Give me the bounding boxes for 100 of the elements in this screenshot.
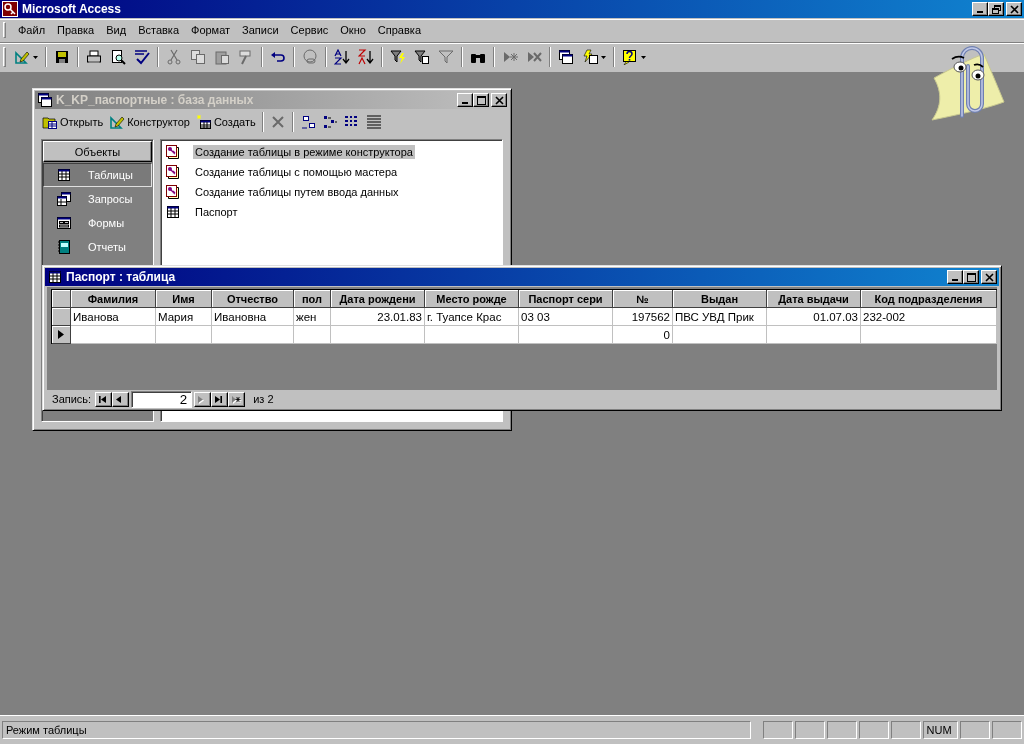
key-document-icon bbox=[165, 184, 181, 200]
menu-item[interactable]: Окно bbox=[334, 23, 372, 37]
open-folder-icon bbox=[42, 114, 58, 130]
current-record-icon bbox=[58, 330, 64, 339]
database-window-icon bbox=[37, 92, 53, 108]
column-header[interactable]: Фамилия bbox=[71, 290, 156, 308]
large-icons-icon bbox=[299, 114, 316, 130]
table-cell: жен bbox=[296, 310, 317, 323]
maximize-icon bbox=[476, 95, 486, 105]
status-panel bbox=[890, 721, 921, 739]
menu-item[interactable]: Справка bbox=[371, 23, 427, 37]
close-button[interactable] bbox=[1006, 2, 1022, 16]
list-item[interactable]: Создание таблицы с помощью мастера bbox=[193, 165, 400, 179]
form-icon bbox=[56, 215, 72, 231]
print-preview-icon bbox=[110, 49, 126, 65]
menu-item[interactable]: Вставка bbox=[132, 23, 185, 37]
new-table-icon bbox=[195, 114, 212, 130]
open-button[interactable]: Открыть bbox=[39, 111, 107, 133]
restore-button[interactable] bbox=[988, 2, 1004, 16]
minimize-button[interactable] bbox=[947, 270, 963, 284]
column-header[interactable]: пол bbox=[294, 290, 331, 308]
table-cell: 23.01.83 bbox=[377, 310, 422, 323]
objects-header-button[interactable]: Объекты bbox=[43, 141, 152, 162]
column-header[interactable]: Выдан bbox=[673, 290, 767, 308]
row-selector[interactable] bbox=[52, 308, 71, 326]
minimize-button[interactable] bbox=[457, 93, 473, 107]
list-item[interactable]: Создание таблицы путем ввода данных bbox=[193, 185, 401, 199]
funnel-icon bbox=[438, 49, 454, 65]
undo-icon bbox=[270, 49, 286, 65]
close-icon bbox=[984, 272, 994, 282]
record-prev-button[interactable] bbox=[112, 391, 130, 407]
menu-item[interactable]: Файл bbox=[12, 23, 52, 37]
sort-descending-icon bbox=[358, 49, 374, 65]
copy-icon bbox=[190, 49, 206, 65]
details-view-icon bbox=[365, 114, 382, 130]
list-item[interactable]: Создание таблицы в режиме конструктора bbox=[193, 145, 415, 159]
filter-form-icon bbox=[414, 49, 430, 65]
spell-check-icon bbox=[134, 49, 150, 65]
record-label: Запись: bbox=[52, 393, 92, 405]
key-app-icon bbox=[2, 1, 18, 17]
status-panel bbox=[992, 721, 1022, 739]
table-cell: 197562 bbox=[631, 310, 670, 323]
window-title: Microsoft Access bbox=[22, 2, 122, 16]
record-first-button[interactable] bbox=[95, 391, 113, 407]
table-cell: г. Туапсе Крас bbox=[427, 310, 502, 323]
table-grid-icon bbox=[165, 204, 181, 220]
small-icons-icon bbox=[321, 114, 338, 130]
close-button[interactable] bbox=[981, 270, 997, 284]
column-header[interactable]: Паспорт сери bbox=[519, 290, 613, 308]
menu-item[interactable]: Формат bbox=[185, 23, 237, 37]
window-title: Паспорт : таблица bbox=[66, 270, 177, 284]
close-button[interactable] bbox=[491, 93, 507, 107]
report-icon bbox=[56, 239, 72, 255]
help-icon bbox=[622, 49, 638, 65]
menu-item[interactable]: Вид bbox=[100, 23, 133, 37]
column-header[interactable]: Отчество bbox=[212, 290, 294, 308]
status-panel bbox=[960, 721, 991, 739]
menu-item[interactable]: Сервис bbox=[284, 23, 335, 37]
menu-item[interactable]: Записи bbox=[236, 23, 285, 37]
menu-item[interactable]: Правка bbox=[51, 23, 101, 37]
select-all-button[interactable] bbox=[52, 290, 71, 308]
status-text: Режим таблицы bbox=[2, 721, 752, 739]
column-header[interactable]: Код подразделения bbox=[861, 290, 997, 308]
maximize-button[interactable] bbox=[473, 93, 489, 107]
column-header[interactable]: Дата выдачи bbox=[767, 290, 861, 308]
new-button[interactable]: Создать bbox=[192, 111, 259, 133]
minimize-icon bbox=[462, 102, 468, 104]
paintbrush-icon bbox=[238, 49, 254, 65]
column-header[interactable]: № bbox=[613, 290, 673, 308]
table-cell: 0 bbox=[663, 328, 670, 341]
column-header[interactable]: Имя bbox=[156, 290, 212, 308]
ruler-pencil-icon bbox=[109, 114, 126, 130]
maximize-button[interactable] bbox=[963, 270, 979, 284]
globe-link-icon bbox=[302, 49, 318, 65]
database-window-icon bbox=[558, 49, 574, 65]
restore-icon bbox=[991, 4, 1001, 14]
record-number-field[interactable]: 2 bbox=[131, 390, 193, 408]
record-count: из 2 bbox=[253, 393, 274, 405]
list-item[interactable]: Паспорт bbox=[193, 205, 240, 219]
table-cell: Мария bbox=[158, 310, 194, 323]
record-last-button[interactable] bbox=[211, 391, 229, 407]
new-record-icon bbox=[502, 49, 518, 65]
object-type-item[interactable]: Таблицы bbox=[43, 163, 152, 187]
design-button[interactable]: Конструктор bbox=[106, 111, 193, 133]
table-cell: 232-002 bbox=[863, 310, 906, 323]
status-panel bbox=[827, 721, 857, 739]
status-indicator: NUM bbox=[922, 721, 959, 739]
close-icon bbox=[1009, 4, 1019, 14]
minimize-button[interactable] bbox=[972, 2, 988, 16]
printer-icon bbox=[86, 49, 102, 65]
row-selector[interactable] bbox=[52, 326, 71, 344]
table-cell: ПВС УВД Прик bbox=[675, 310, 754, 323]
column-header[interactable]: Место рожде bbox=[425, 290, 519, 308]
table-cell: 01.07.03 bbox=[813, 310, 858, 323]
new-object-icon bbox=[582, 49, 598, 65]
status-panel bbox=[763, 721, 794, 739]
table-grid-icon bbox=[56, 167, 72, 183]
delete-record-icon bbox=[526, 49, 542, 65]
column-header[interactable]: Дата рождени bbox=[331, 290, 425, 308]
minimize-icon bbox=[977, 11, 983, 13]
